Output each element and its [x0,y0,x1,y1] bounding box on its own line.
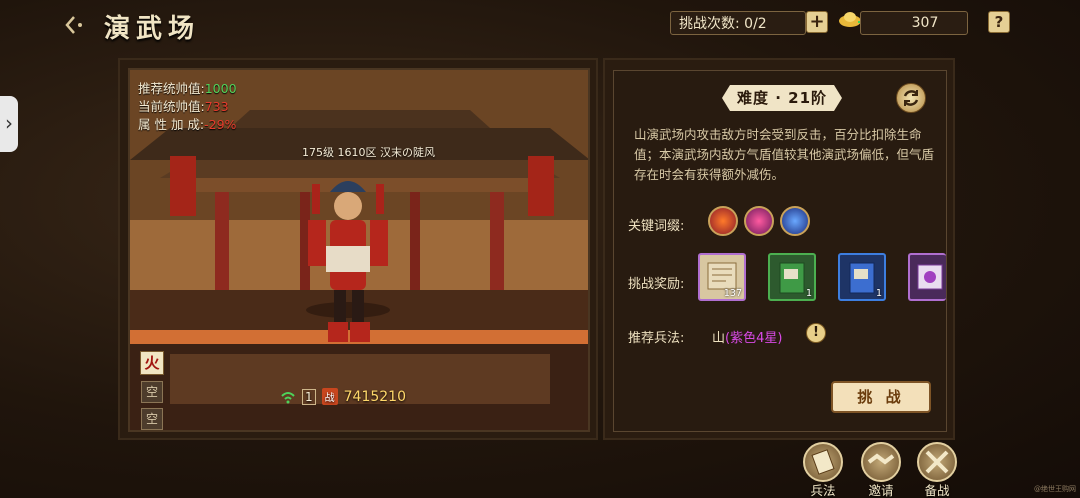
arena-scene: 推荐统帅值:1000 当前统帅值:733 属 性 加 成:-29% 175级 1… [128,68,590,432]
attribute-bonus-label: 属 性 加 成: [138,117,205,132]
invite-label: 邀请 [868,483,894,498]
difficulty-description: 山演武场内攻击敌方时会受到反击，百分比扣除生命值；本演武场内敌方气盾值较其他演武… [634,127,935,182]
power-row: 1 战 7415210 [280,388,406,405]
challenge-button[interactable]: 挑 战 [831,381,931,413]
reward-item-blue-book[interactable]: 1 [838,253,886,301]
power-badge: 战 [321,388,338,405]
signal-icon [281,391,295,403]
challenge-count-label: 挑战次数: 0/2 [679,16,767,32]
info-panel-inner: 难度 · 21阶 山演武场内攻击敌方时会受到反击，百分比扣除生命值；本演武场内敌… [613,70,947,432]
challenge-count: 挑战次数: 0/2 [670,11,806,35]
reward-count: 1 [875,288,882,299]
current-command-label: 当前统帅值: [138,99,205,114]
attribute-bonus-value: -29% [204,117,237,132]
recommended-command-value: 1000 [204,81,237,96]
refresh-icon[interactable] [896,83,926,113]
recommended-tactic-value: 山(紫色4星) [712,327,782,346]
reward-count: 137 [723,288,742,299]
level-badge: 1 [302,388,316,405]
side-expand-tab[interactable]: › [0,96,18,152]
page-title: 演武场 [104,14,201,44]
invite-button[interactable]: 邀请 [858,442,904,498]
prepare-label: 备战 [924,483,950,498]
gold-amount: 307 [860,11,968,35]
watermark: @绝世王购网 [1034,485,1076,493]
warning-icon[interactable]: ! [806,323,826,343]
recommended-command-label: 推荐统帅值: [138,81,205,96]
element-fire-badge[interactable]: 火 [140,351,164,375]
crossed-swords-icon [917,442,957,482]
reward-count: 1 [805,288,812,299]
character-panel: 推荐统帅值:1000 当前统帅值:733 属 性 加 成:-29% 175级 1… [118,58,598,440]
tactic-grade: (紫色4星) [725,331,783,346]
tactics-button[interactable]: 兵法 [800,442,846,498]
tactics-scroll-icon [803,442,843,482]
back-arrow-icon[interactable] [62,12,92,38]
rewards-label: 挑战奖励: [628,277,685,292]
keywords-label: 关键词缀: [628,219,685,234]
keyword-gem-icon[interactable] [744,206,774,236]
recommended-tactic-label: 推荐兵法: [628,331,685,346]
difficulty-banner: 难度 · 21阶 [722,85,842,111]
keyword-fire-icon[interactable] [708,206,738,236]
reward-item-green-book[interactable]: 1 [768,253,816,301]
element-slot-1[interactable]: 空 [141,381,163,403]
gold-value: 307 [911,15,939,31]
element-slot-2[interactable]: 空 [141,408,163,430]
power-value: 7415210 [343,388,406,405]
info-panel: 难度 · 21阶 山演武场内攻击敌方时会受到反击，百分比扣除生命值；本演武场内敌… [603,58,955,440]
current-command-value: 733 [204,99,229,114]
keyword-shield-icon[interactable] [780,206,810,236]
help-button[interactable]: ? [988,11,1010,33]
add-challenge-button[interactable]: + [806,11,828,33]
reward-item-purple-scroll[interactable] [908,253,946,301]
stats-block: 推荐统帅值:1000 当前统帅值:733 属 性 加 成:-29% [138,80,237,134]
prepare-button[interactable]: 备战 [914,442,960,498]
tactic-name: 山 [712,331,726,346]
player-info: 175级 1610区 汉末の陡风 [302,146,435,159]
tactics-label: 兵法 [810,483,836,498]
reward-item-scroll[interactable]: 137 [698,253,746,301]
handshake-icon [861,442,901,482]
